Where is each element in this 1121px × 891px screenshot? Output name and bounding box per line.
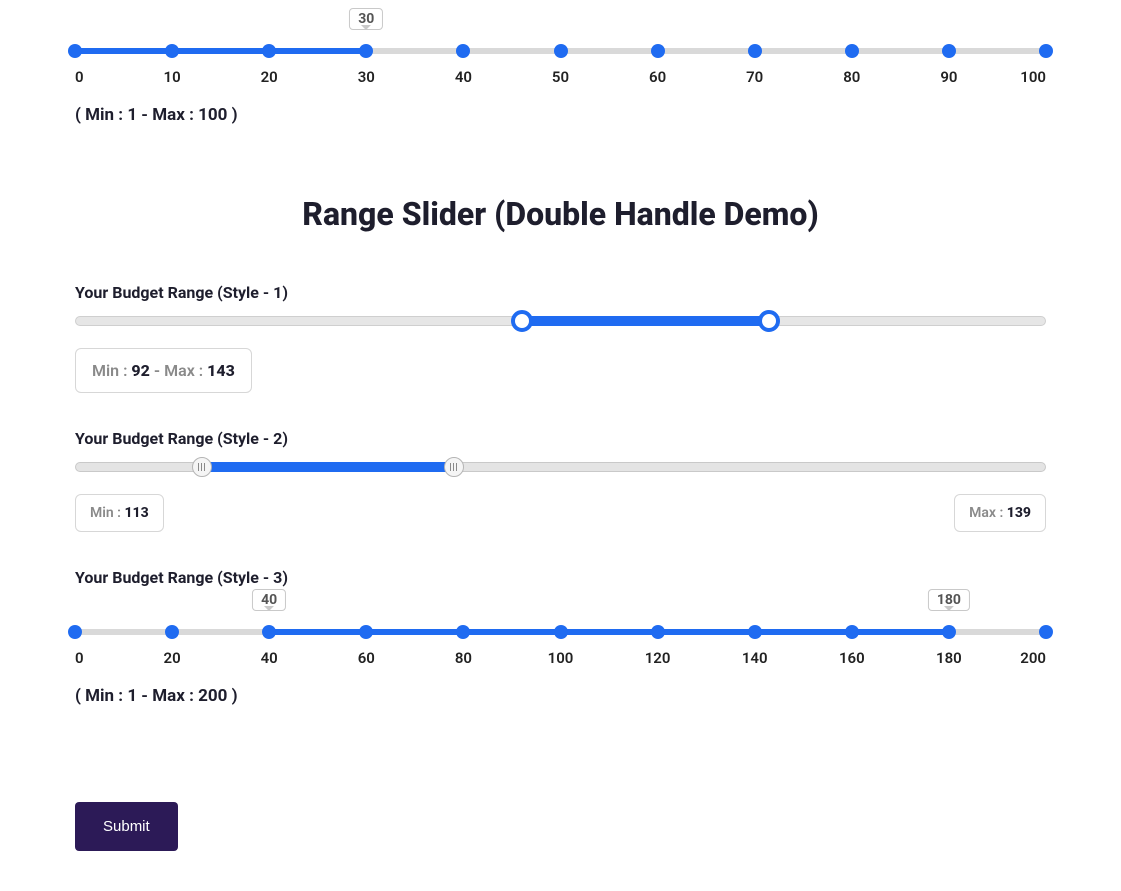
tick-dot [845,625,859,639]
style2-max-label: Max : [969,505,1007,521]
tick-label: 180 [936,649,962,667]
style2-handle-low[interactable] [192,457,212,477]
tick-label: 20 [261,68,278,86]
tick-label: 100 [548,649,574,667]
tick-dot [748,44,762,58]
style2-label: Your Budget Range (Style - 2) [75,429,1046,448]
tick-dot [1039,625,1053,639]
style2-max-box: Max : 139 [954,494,1046,532]
style2-slider-track[interactable] [75,462,1046,472]
tick-dot [554,44,568,58]
style1-value-box: Min : 92 - Max : 143 [75,348,252,393]
tick-dot [554,625,568,639]
tick-label: 10 [164,68,181,86]
slider-track-fill [75,48,366,54]
tick-label: 50 [552,68,569,86]
tick-dot [359,44,373,58]
tick-label: 80 [455,649,472,667]
style1-slider-track[interactable] [75,316,1046,326]
tick-label: 40 [261,649,278,667]
style1-handle-low[interactable] [511,310,533,332]
style2-min-value: 113 [124,505,148,521]
tick-label: 140 [742,649,768,667]
tick-label: 160 [839,649,865,667]
tick-dot [942,44,956,58]
style1-min-value: 92 [131,361,149,380]
style3-minmax: ( Min : 1 - Max : 200 ) [75,686,1046,706]
tick-dot [651,625,665,639]
style2-max-value: 139 [1007,505,1031,521]
tick-label: 70 [746,68,763,86]
style2-min-box: Min : 113 [75,494,164,532]
style1-sep: - [150,361,164,380]
section-heading: Range Slider (Double Handle Demo) [75,195,1046,233]
tick-dot [68,44,82,58]
tick-label: 200 [1020,649,1046,667]
single-slider-minmax: ( Min : 1 - Max : 100 ) [75,105,1046,125]
tick-dot [262,44,276,58]
tick-dot [456,625,470,639]
tick-dot [1039,44,1053,58]
style1-max-value: 143 [207,361,235,380]
style3-bubble-high: 180 [928,589,970,611]
tick-dot [942,625,956,639]
tick-label: 0 [75,649,84,667]
style1-slider-fill [522,316,769,326]
style2-slider-fill [202,462,454,472]
style1-max-label: Max : [164,361,207,380]
style3-block: Your Budget Range (Style - 3) 40 180 0 20… [75,568,1046,706]
tick-label: 0 [75,68,84,86]
tick-dot [651,44,665,58]
tick-label: 80 [843,68,860,86]
style3-bubble-low: 40 [252,589,286,611]
tick-label: 60 [358,649,375,667]
tick-label: 20 [164,649,181,667]
style2-handle-high[interactable] [444,457,464,477]
tick-label: 100 [1020,68,1046,86]
single-slider-section: 30 0102030405060708090100 ( Min : 1 - Ma… [75,40,1046,125]
style2-min-label: Min : [90,505,124,521]
style1-block: Your Budget Range (Style - 1) Min : 92 -… [75,283,1046,393]
tick-dot [748,625,762,639]
tick-label: 30 [358,68,375,86]
style3-slider-track[interactable]: 40 180 020406080100120140160180200 [75,621,1046,676]
style1-min-label: Min : [92,361,131,380]
tick-dot [262,625,276,639]
tick-dot [165,625,179,639]
tick-dot [165,44,179,58]
tick-label: 40 [455,68,472,86]
style2-block: Your Budget Range (Style - 2) Min : 113 … [75,429,1046,532]
submit-button[interactable]: Submit [75,802,178,851]
style1-handle-high[interactable] [758,310,780,332]
style3-label: Your Budget Range (Style - 3) [75,568,1046,587]
tick-dot [456,44,470,58]
tick-label: 120 [645,649,671,667]
slider-value-bubble: 30 [349,8,383,30]
tick-dot [68,625,82,639]
tick-label: 90 [940,68,957,86]
tick-dot [359,625,373,639]
style1-label: Your Budget Range (Style - 1) [75,283,1046,302]
tick-label: 60 [649,68,666,86]
tick-dot [845,44,859,58]
single-slider-track[interactable]: 30 0102030405060708090100 [75,40,1046,95]
